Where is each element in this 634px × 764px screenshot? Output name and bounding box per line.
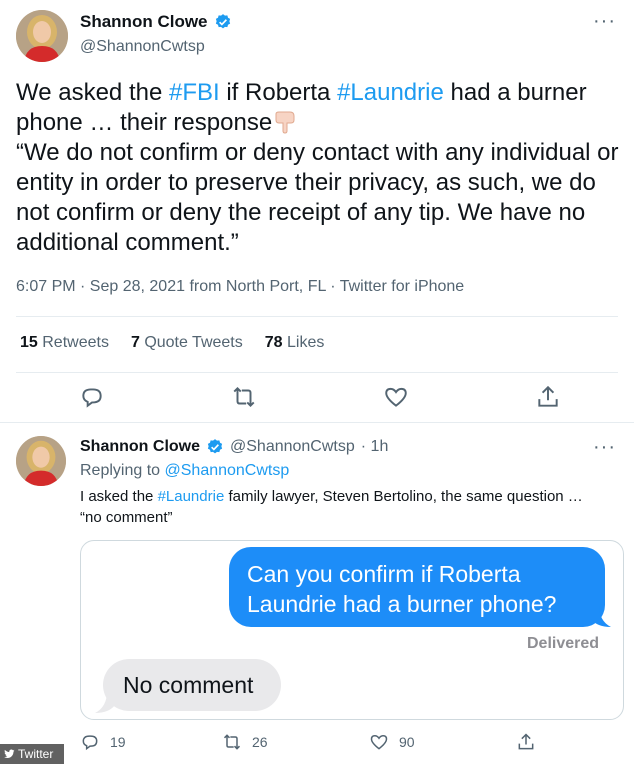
twitter-watermark: Twitter [0,744,64,764]
more-options-icon[interactable]: ··· [593,10,616,33]
delivered-status: Delivered [527,635,600,652]
divider [16,316,618,317]
reply-header: Shannon Clowe @ShannonCwtsp · 1h [80,438,388,456]
like-count: 90 [399,734,415,750]
replying-to-link[interactable]: @ShannonCwtsp [165,462,290,479]
tweet-text: We asked the #FBI if Roberta #Laundrie h… [16,79,619,256]
reply-icon [82,735,98,751]
reply-text: I asked the #Laundrie family lawyer, Ste… [80,488,583,526]
quote-tweets-stat[interactable]: 7 Quote Tweets [131,334,243,352]
replying-to: Replying to @ShannonCwtsp [80,462,290,479]
timestamp[interactable]: · 1h [361,438,389,456]
more-options-icon[interactable]: ··· [593,436,616,459]
handle[interactable]: @ShannonCwtsp [80,38,232,56]
share-icon [518,733,534,750]
received-message-bubble: No comment [103,659,281,711]
retweet-count: 26 [252,734,268,750]
retweet-action[interactable]: 26 [222,732,268,752]
bubble-tail [591,605,611,627]
reply-tweet-actions: 19 26 90 [0,732,634,758]
retweet-icon [223,734,241,750]
handle[interactable]: @ShannonCwtsp [230,438,355,456]
hashtag-link[interactable]: #FBI [169,79,220,106]
hashtag-link[interactable]: #Laundrie [337,79,444,106]
attached-image[interactable]: Can you confirm if Roberta Laundrie had … [80,540,624,720]
like-icon [370,734,388,750]
display-name[interactable]: Shannon Clowe [80,438,200,456]
reply-count: 19 [110,734,126,750]
retweets-stat[interactable]: 15 Retweets [20,334,109,352]
display-name[interactable]: Shannon Clowe [80,12,232,32]
like-icon[interactable] [383,384,409,410]
share-icon[interactable] [535,384,561,410]
divider [0,422,634,423]
sent-message-bubble: Can you confirm if Roberta Laundrie had … [229,547,605,627]
share-action[interactable] [516,732,536,752]
reply-action[interactable]: 19 [80,732,126,752]
reply-icon[interactable] [79,384,105,410]
retweet-icon[interactable] [231,384,257,410]
verified-icon [207,439,223,454]
avatar[interactable] [16,436,66,486]
avatar[interactable] [16,10,68,62]
engagement-stats: 15 Retweets 7 Quote Tweets 78 Likes [20,334,324,352]
verified-icon [215,14,230,29]
pointing-down-emoji-icon [275,111,295,134]
tweet-actions [0,384,634,414]
tweet-metadata[interactable]: 6:07 PM · Sep 28, 2021 from North Port, … [16,278,464,296]
like-action[interactable]: 90 [369,732,415,752]
hashtag-link[interactable]: #Laundrie [158,488,225,505]
likes-stat[interactable]: 78 Likes [265,334,325,352]
twitter-bird-icon [4,749,15,758]
main-tweet: Shannon Clowe @ShannonCwtsp ··· We asked… [0,0,634,422]
divider [16,372,618,373]
